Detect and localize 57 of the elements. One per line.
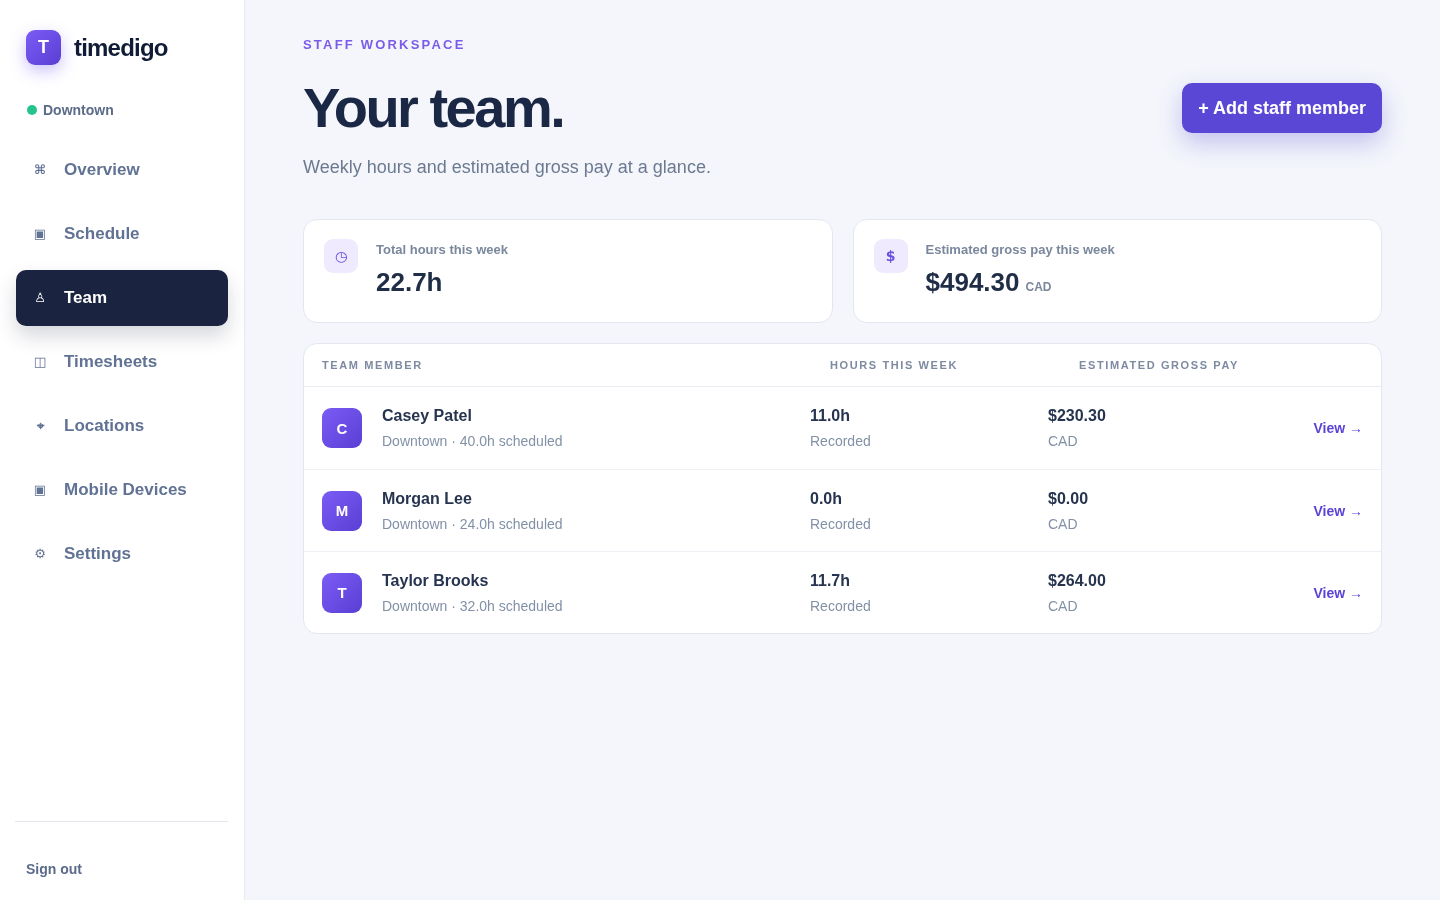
stat-value: 22.7h: [376, 267, 443, 297]
logo-mark: T: [26, 30, 61, 65]
add-staff-button[interactable]: + Add staff member: [1182, 83, 1382, 133]
nav-item[interactable]: ⚙ Settings: [16, 526, 228, 582]
nav-item[interactable]: ♙ Team: [16, 270, 228, 326]
column-header: HOURS THIS WEEK: [829, 359, 959, 371]
brand-name: timedigo: [74, 33, 168, 62]
member-name: Taylor Brooks: [382, 570, 489, 591]
pay-currency: CAD: [1048, 596, 1078, 615]
view-link[interactable]: View →: [1313, 420, 1363, 436]
member-detail: Downtown · 40.0h scheduled: [382, 432, 563, 450]
view-link[interactable]: View →: [1313, 502, 1363, 519]
pay-currency: CAD: [1048, 514, 1078, 533]
pay-value: $264.00: [1048, 570, 1106, 591]
member-detail: Downtown · 32.0h scheduled: [382, 596, 563, 615]
split-square-icon: ◫: [32, 354, 48, 370]
hours-value: 0.0h: [810, 488, 842, 509]
avatar: C: [322, 408, 362, 448]
clock-icon: ◷: [324, 239, 358, 273]
gear-icon: ⚙: [32, 546, 48, 562]
location-name: Downtown: [43, 101, 114, 119]
view-link[interactable]: View →: [1313, 584, 1363, 601]
page-subtitle: Weekly hours and estimated gross pay at a glance.: [303, 156, 711, 179]
status-dot-icon: [27, 105, 37, 115]
page-title: Your team.: [303, 77, 565, 139]
member-name: Morgan Lee: [382, 488, 472, 509]
eyebrow-label: STAFF WORKSPACE: [303, 37, 467, 53]
nav-item[interactable]: ▣ Mobile Devices: [16, 462, 228, 518]
square-icon: ▣: [32, 226, 48, 242]
crosshair-icon: ⌖: [32, 418, 48, 434]
avatar: M: [322, 490, 362, 531]
dollar-icon: $: [873, 239, 908, 273]
hours-note: Recorded: [810, 514, 871, 533]
column-header: ESTIMATED GROSS PAY: [1078, 359, 1240, 371]
nav-item[interactable]: ▣ Schedule: [16, 206, 228, 262]
pay-value: $0.00: [1048, 488, 1089, 509]
pawn-icon: ♙: [32, 290, 48, 306]
pay-value: $230.30: [1048, 406, 1106, 426]
stat-unit: CAD: [1025, 280, 1052, 294]
hours-value: 11.0h: [810, 406, 851, 426]
hours-note: Recorded: [810, 596, 871, 615]
member-detail: Downtown · 24.0h scheduled: [382, 514, 563, 533]
square-icon: ▣: [32, 482, 48, 498]
avatar: T: [322, 572, 362, 613]
pay-currency: CAD: [1048, 432, 1078, 450]
nav-item[interactable]: ◫ Timesheets: [16, 334, 228, 390]
column-header: TEAM MEMBER: [322, 359, 424, 371]
stat-label: Estimated gross pay this week: [925, 242, 1115, 258]
stat-value: $494.30: [925, 267, 1020, 297]
sign-out-button[interactable]: Sign out: [26, 860, 82, 878]
stat-label: Total hours this week: [376, 242, 508, 258]
nav-item[interactable]: ⌖ Locations: [16, 398, 228, 454]
member-name: Casey Patel: [382, 406, 472, 426]
command-key-icon: ⌘: [32, 162, 48, 178]
nav-item[interactable]: ⌘ Overview: [16, 142, 228, 198]
hours-value: 11.7h: [810, 570, 851, 591]
hours-note: Recorded: [810, 432, 871, 450]
